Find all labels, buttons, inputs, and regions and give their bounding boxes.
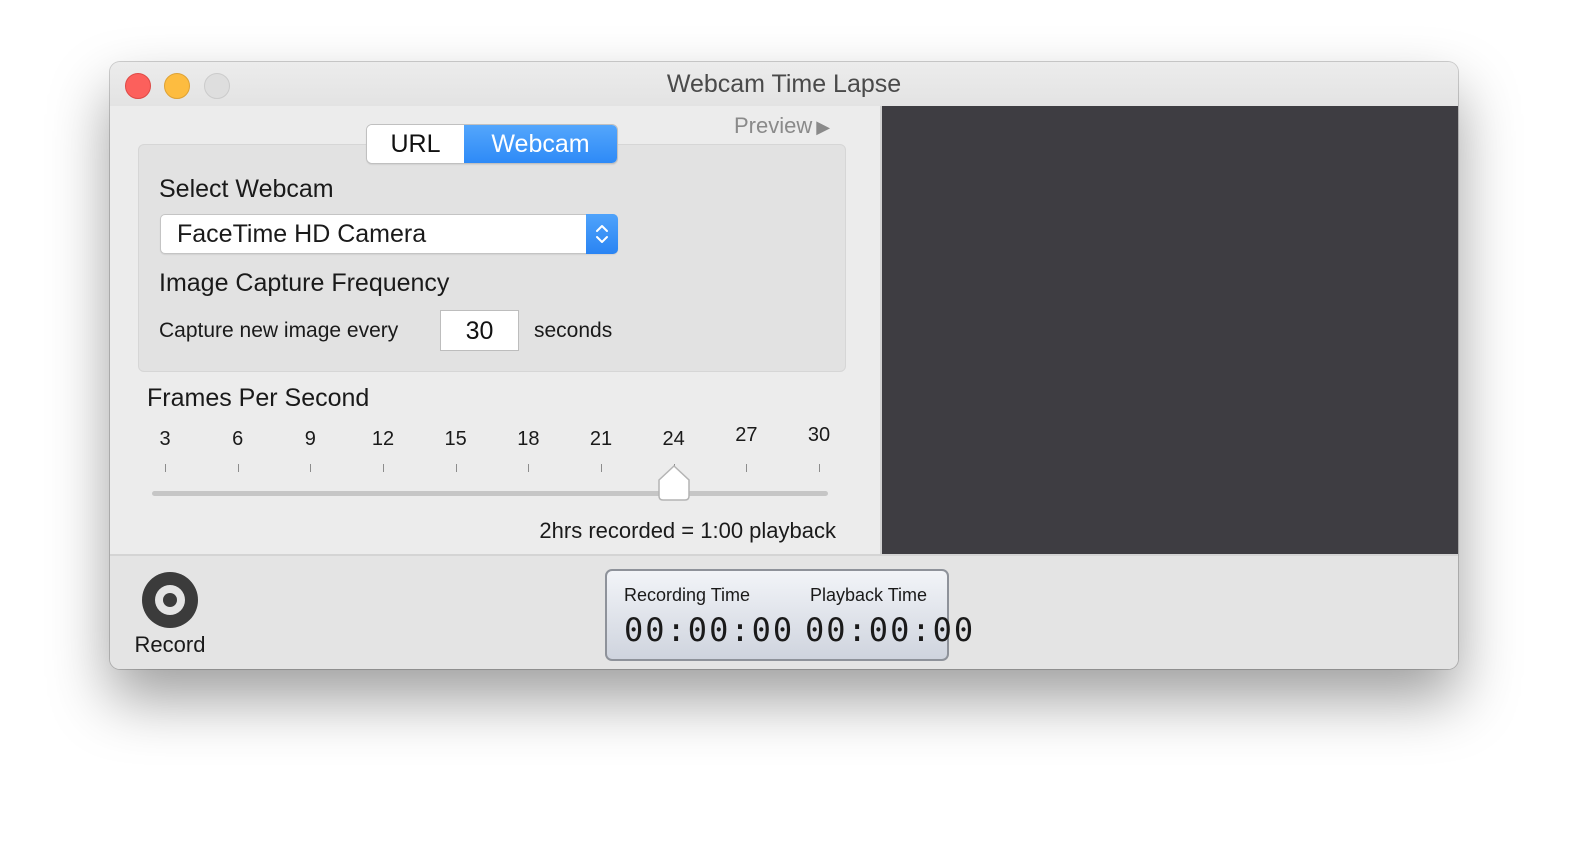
settings-pane: Preview ▶ Select Webcam FaceTime HD Camer… bbox=[110, 106, 880, 554]
fps-tick-mark bbox=[455, 464, 457, 472]
fps-tick-mark bbox=[310, 464, 312, 472]
record-label: Record bbox=[134, 632, 206, 657]
playback-time-label: Playback Time bbox=[810, 585, 928, 605]
source-group-box: Select Webcam FaceTime HD Camera Image C… bbox=[138, 144, 846, 372]
tab-webcam[interactable]: Webcam bbox=[464, 125, 617, 163]
tab-url[interactable]: URL bbox=[367, 125, 464, 163]
record-icon bbox=[142, 572, 198, 628]
recording-time-label: Recording Time bbox=[624, 585, 751, 605]
select-webcam-heading: Select Webcam bbox=[159, 175, 334, 203]
playback-time-value: 00:00:00 bbox=[805, 611, 976, 649]
fps-tick-mark bbox=[383, 464, 384, 472]
fps-tick-label: 18 bbox=[517, 428, 540, 450]
popup-chevrons-icon bbox=[586, 214, 618, 254]
fps-slider[interactable]: 3 6 9 12 15 18 21 24 27 30 bbox=[110, 406, 830, 516]
fps-slider-track[interactable] bbox=[152, 491, 828, 496]
fps-tick-label: 24 bbox=[662, 428, 685, 450]
fps-tick-mark bbox=[819, 464, 820, 472]
webcam-popup-button[interactable]: FaceTime HD Camera bbox=[160, 214, 618, 254]
webcam-popup-value: FaceTime HD Camera bbox=[177, 220, 427, 248]
timer-display: Recording Time Playback Time 00:00:00 00… bbox=[605, 569, 973, 661]
recording-summary: 2hrs recorded = 1:00 playback bbox=[539, 518, 836, 543]
fps-tick-label: 21 bbox=[589, 428, 613, 450]
preview-label: Preview bbox=[734, 113, 813, 138]
title-bar[interactable]: Webcam Time Lapse bbox=[110, 62, 1458, 106]
fps-slider-thumb[interactable] bbox=[657, 464, 691, 502]
capture-frequency-heading: Image Capture Frequency bbox=[159, 269, 450, 297]
fps-tick-label: 6 bbox=[232, 428, 244, 450]
app-window: Webcam Time Lapse Preview ▶ Select Webcam… bbox=[110, 62, 1458, 669]
fps-tick-label: 9 bbox=[304, 428, 316, 450]
window-title: Webcam Time Lapse bbox=[666, 70, 902, 98]
fps-tick-mark bbox=[601, 464, 602, 472]
fps-tick-label: 15 bbox=[444, 428, 467, 450]
fps-tick-label: 12 bbox=[371, 428, 395, 450]
record-button[interactable]: Record bbox=[132, 572, 208, 662]
preview-toggle[interactable]: Preview ▶ bbox=[734, 113, 830, 139]
fps-tick-mark bbox=[528, 464, 530, 472]
fps-tick-label: 27 bbox=[735, 424, 758, 446]
capture-suffix-label: seconds bbox=[534, 319, 613, 342]
capture-prefix-label: Capture new image every bbox=[159, 319, 399, 342]
fps-tick-mark bbox=[746, 464, 748, 472]
recording-time-value: 00:00:00 bbox=[624, 611, 795, 649]
fps-tick-label: 3 bbox=[159, 428, 171, 450]
play-icon: ▶ bbox=[816, 117, 831, 137]
webcam-preview-area bbox=[882, 106, 1458, 554]
source-segmented-control: URL Webcam bbox=[366, 124, 618, 164]
fps-tick-mark bbox=[237, 464, 239, 472]
capture-interval-field[interactable]: 30 bbox=[440, 310, 519, 351]
fps-tick-mark bbox=[165, 464, 166, 472]
fps-tick-label: 30 bbox=[807, 424, 831, 446]
bottom-toolbar: Record Recording Time Playback Time 00:0… bbox=[110, 556, 1458, 669]
